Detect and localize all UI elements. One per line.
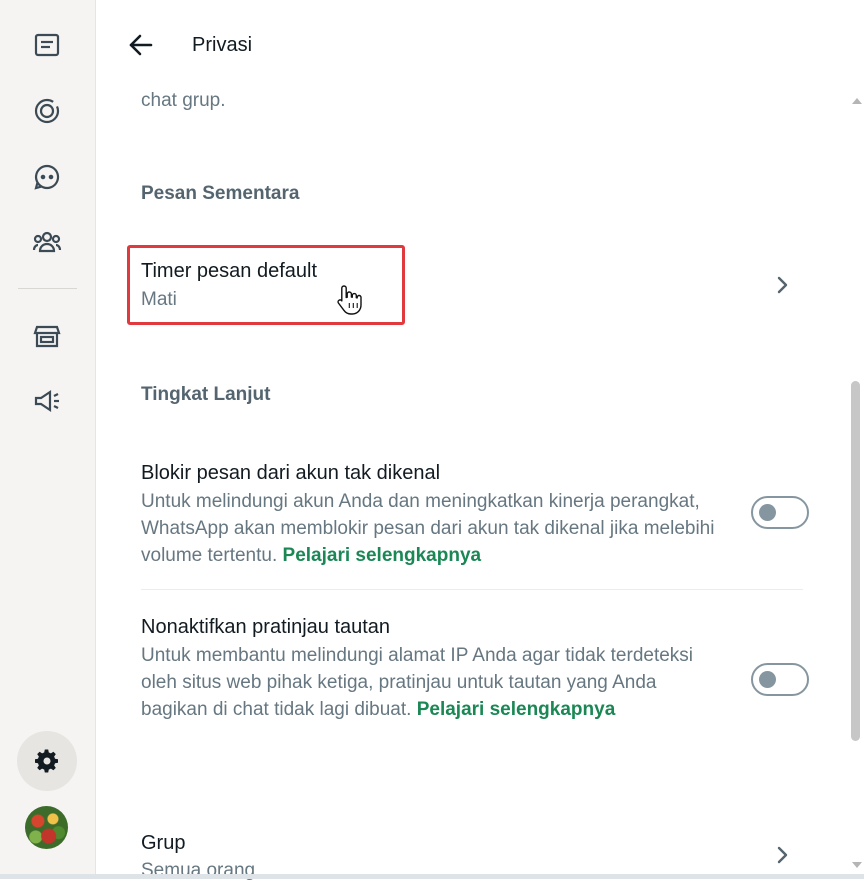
settings-header: Privasi: [96, 0, 864, 88]
faded-text: chat grup.: [141, 90, 226, 111]
groups-title: Grup: [141, 832, 186, 854]
store-icon[interactable]: [23, 312, 71, 360]
block-unknown-learn-more-link[interactable]: Pelajari selengkapnya: [283, 545, 482, 566]
scrollbar-thumb[interactable]: [851, 381, 860, 741]
channels-icon[interactable]: [23, 153, 71, 201]
chevron-right-icon: [777, 276, 788, 294]
hand-cursor-icon: [337, 285, 362, 315]
link-preview-description: Untuk membantu melindungi alamat IP Anda…: [141, 642, 721, 723]
section-title-advanced: Tingkat Lanjut: [141, 384, 271, 405]
block-unknown-title: Blokir pesan dari akun tak dikenal: [141, 462, 441, 484]
scroll-down-arrow-icon[interactable]: [852, 862, 862, 868]
profile-avatar[interactable]: [25, 806, 68, 849]
settings-icon[interactable]: [17, 731, 77, 791]
back-arrow-icon[interactable]: [124, 28, 158, 62]
megaphone-icon[interactable]: [23, 377, 71, 425]
block-unknown-toggle[interactable]: [751, 496, 809, 529]
block-unknown-description: Untuk melindungi akun Anda dan meningkat…: [141, 488, 721, 569]
link-preview-title: Nonaktifkan pratinjau tautan: [141, 616, 391, 638]
communities-icon[interactable]: [23, 218, 71, 266]
toggle-knob: [759, 504, 776, 521]
link-preview-toggle[interactable]: [751, 663, 809, 696]
scroll-up-arrow-icon[interactable]: [852, 98, 862, 104]
link-preview-learn-more-link[interactable]: Pelajari selengkapnya: [417, 699, 616, 720]
toggle-knob: [759, 671, 776, 688]
privacy-settings-list: chat grup. Pesan Sementara Timer pesan d…: [96, 88, 848, 881]
left-rail: [0, 0, 96, 879]
rail-divider: [18, 288, 77, 289]
divider: [141, 589, 803, 590]
scrollbar[interactable]: [848, 88, 864, 879]
page-title: Privasi: [192, 34, 253, 56]
window-bottom-edge: [0, 874, 864, 879]
chats-icon[interactable]: [23, 21, 71, 69]
status-icon[interactable]: [23, 87, 71, 135]
chevron-right-icon: [777, 846, 788, 864]
section-title-disappearing: Pesan Sementara: [141, 183, 300, 204]
